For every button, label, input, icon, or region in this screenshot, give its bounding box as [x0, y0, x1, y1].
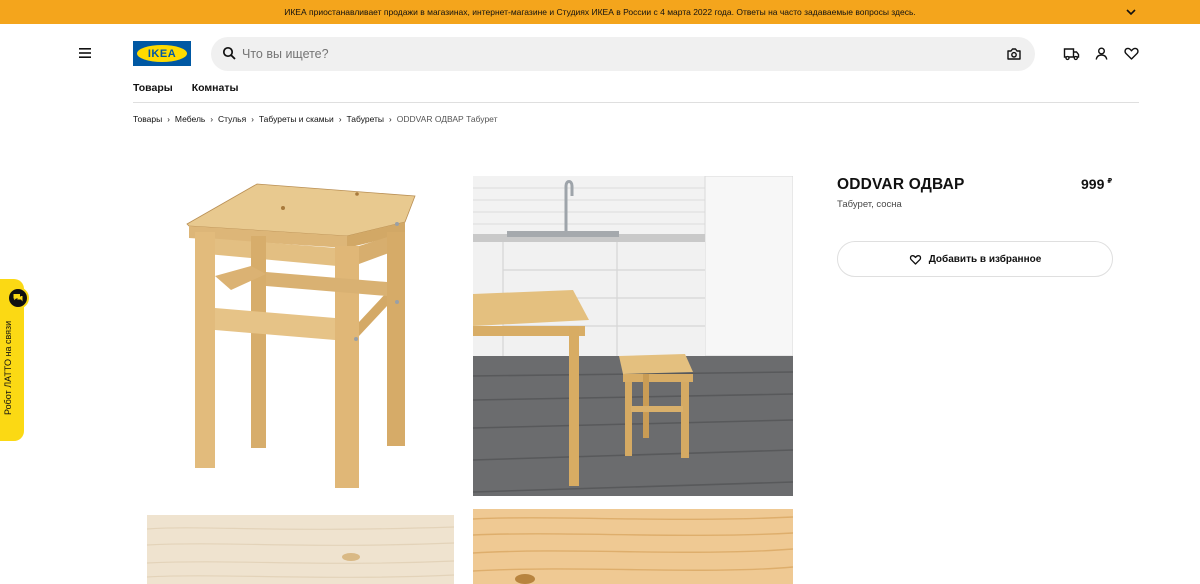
chat-bubble-icon[interactable] — [7, 287, 29, 309]
product-image-wood-closeup[interactable] — [473, 509, 793, 584]
breadcrumb-item[interactable]: Табуреты и скамьи — [259, 114, 334, 124]
wood-texture-light — [147, 515, 454, 584]
info-banner[interactable]: ИКЕА приостанавливает продажи в магазина… — [0, 0, 1200, 24]
breadcrumb-item[interactable]: Мебель — [175, 114, 205, 124]
search-input[interactable] — [242, 37, 982, 71]
ikea-logo[interactable]: IKEA — [133, 41, 191, 66]
chevron-right-icon: › — [167, 114, 170, 124]
breadcrumb-item[interactable]: Товары — [133, 114, 162, 124]
chevron-right-icon: › — [210, 114, 214, 124]
delivery-truck-icon[interactable] — [1063, 45, 1080, 62]
stool-illustration — [186, 183, 416, 488]
nav-divider — [133, 102, 1139, 103]
product-price: 999 ₽ — [1081, 176, 1112, 192]
search-icon — [222, 46, 236, 60]
banner-text[interactable]: ИКЕА приостанавливает продажи в магазина… — [284, 7, 916, 17]
site-header: IKEA — [0, 24, 1200, 84]
chevron-right-icon: › — [389, 114, 392, 124]
logo-text: IKEA — [137, 45, 187, 62]
heart-icon[interactable] — [1123, 45, 1140, 62]
chevron-right-icon: › — [338, 114, 342, 124]
nav-rooms[interactable]: Комнаты — [192, 82, 239, 94]
chat-label: Робот ЛАТТО на связи — [3, 320, 13, 415]
product-image-wood-detail[interactable] — [147, 515, 454, 584]
wood-texture-warm — [473, 509, 793, 584]
breadcrumb-item[interactable]: Стулья — [218, 114, 246, 124]
camera-icon[interactable] — [1006, 46, 1022, 62]
chevron-down-icon[interactable] — [1124, 5, 1138, 19]
heart-icon — [909, 254, 921, 265]
kitchen-scene-illustration — [473, 176, 793, 496]
add-to-favorites-button[interactable]: Добавить в избранное — [837, 241, 1113, 277]
main-nav: Товары Комнаты — [133, 82, 238, 94]
nav-products[interactable]: Товары — [133, 82, 173, 94]
product-title: ODDVAR ОДВАР — [837, 176, 965, 193]
product-image-stool[interactable] — [147, 176, 454, 496]
breadcrumb-current: ODDVAR ОДВАР Табурет — [396, 114, 498, 124]
add-to-favorites-label: Добавить в избранное — [928, 253, 1042, 265]
search-bar[interactable] — [211, 37, 1035, 71]
chat-widget-tab[interactable]: Робот ЛАТТО на связи — [0, 279, 29, 441]
hamburger-menu-icon[interactable] — [76, 44, 94, 62]
breadcrumb: Товары › Мебель › Стулья › Табуреты и ск… — [133, 114, 498, 124]
product-image-kitchen[interactable] — [473, 176, 793, 496]
user-account-icon[interactable] — [1093, 45, 1110, 62]
breadcrumb-item[interactable]: Табуреты — [346, 114, 384, 124]
price-value: 999 — [1081, 176, 1105, 192]
chevron-right-icon: › — [251, 114, 254, 124]
product-description: Табурет, сосна — [837, 199, 902, 210]
price-currency: ₽ — [1107, 178, 1113, 185]
chat-icon — [13, 294, 23, 302]
